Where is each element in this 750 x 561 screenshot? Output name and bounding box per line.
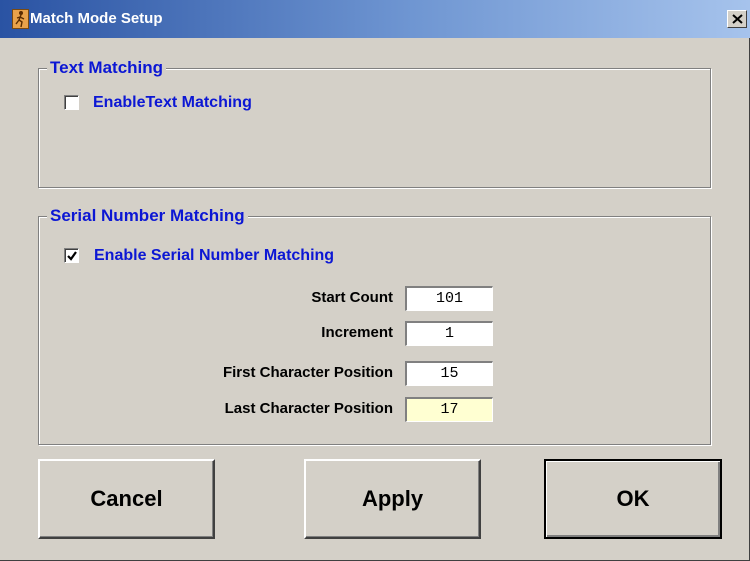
increment-input[interactable]: 1: [405, 321, 493, 346]
cancel-button[interactable]: Cancel: [38, 459, 215, 539]
enable-text-matching-label[interactable]: EnableText Matching: [93, 94, 252, 112]
text-matching-legend: Text Matching: [47, 58, 167, 78]
increment-label: Increment: [321, 324, 393, 341]
title-bar[interactable]: Match Mode Setup: [0, 0, 750, 38]
runner-app-icon: [12, 9, 29, 29]
apply-button[interactable]: Apply: [304, 459, 481, 539]
checkmark-icon: [67, 251, 77, 261]
match-mode-setup-dialog: Match Mode Setup Text Matching EnableTex…: [0, 0, 750, 561]
ok-button[interactable]: OK: [544, 459, 722, 539]
last-character-position-label: Last Character Position: [224, 400, 393, 417]
window-title: Match Mode Setup: [30, 10, 163, 27]
close-button[interactable]: [727, 10, 747, 28]
close-icon: [732, 14, 743, 24]
start-count-input[interactable]: 101: [405, 286, 493, 311]
start-count-label: Start Count: [311, 289, 393, 306]
text-matching-group: Text Matching: [38, 58, 711, 188]
enable-serial-number-matching-checkbox[interactable]: [64, 248, 79, 263]
enable-text-matching-checkbox[interactable]: [64, 95, 79, 110]
serial-number-matching-legend: Serial Number Matching: [47, 206, 248, 226]
first-character-position-input[interactable]: 15: [405, 361, 493, 386]
last-character-position-input[interactable]: 17: [405, 397, 493, 422]
enable-serial-number-matching-label[interactable]: Enable Serial Number Matching: [94, 247, 334, 265]
first-character-position-label: First Character Position: [222, 364, 393, 381]
